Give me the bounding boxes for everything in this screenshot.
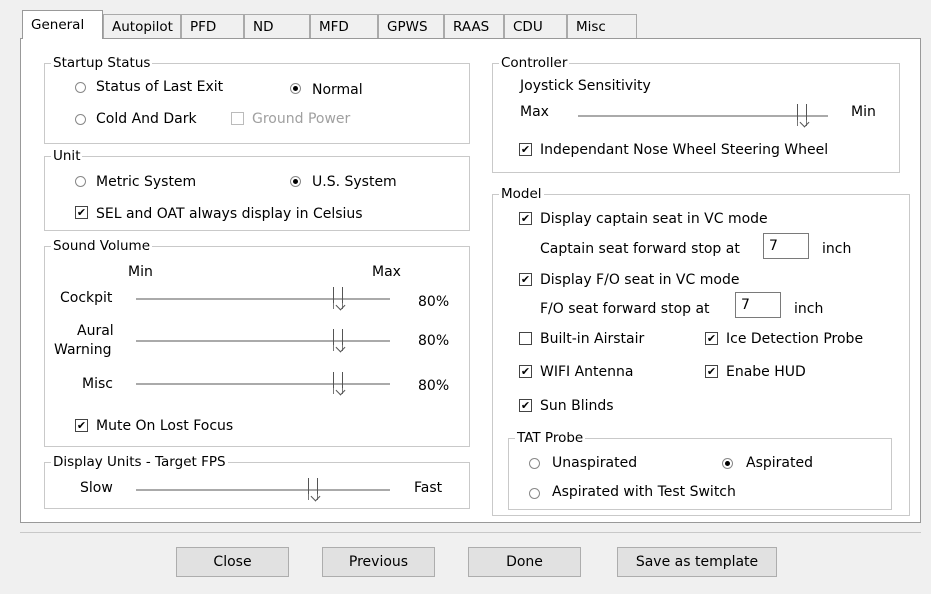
close-button[interactable]: Close <box>176 547 289 577</box>
aural-slider-track[interactable] <box>136 340 390 343</box>
unaspirated-label: Unaspirated <box>552 455 638 471</box>
aspirated-label: Aspirated <box>746 455 813 471</box>
test-switch-radio[interactable] <box>529 488 540 499</box>
misc-slider-thumb[interactable] <box>333 372 344 394</box>
tab-nd[interactable]: ND <box>244 14 310 38</box>
hud-label: Enabe HUD <box>726 364 806 380</box>
wifi-antenna-checkbox[interactable]: ✔ <box>519 365 532 378</box>
joystick-slider-thumb[interactable] <box>797 104 807 126</box>
previous-button[interactable]: Previous <box>322 547 435 577</box>
cold-dark-radio[interactable] <box>75 114 86 125</box>
metric-label: Metric System <box>96 174 197 190</box>
us-system-label: U.S. System <box>312 174 397 190</box>
tat-probe-legend: TAT Probe <box>515 429 586 447</box>
fps-slow-label: Slow <box>80 480 113 496</box>
fo-seat-checkbox[interactable]: ✔ <box>519 273 532 286</box>
wifi-antenna-label: WIFI Antenna <box>540 364 634 380</box>
fo-stop-label: F/O seat forward stop at <box>540 301 710 317</box>
tab-gpws[interactable]: GPWS <box>378 14 444 38</box>
joystick-slider-track[interactable] <box>578 115 828 118</box>
cockpit-slider-thumb[interactable] <box>333 287 344 309</box>
sun-blinds-label: Sun Blinds <box>540 398 614 414</box>
normal-label: Normal <box>312 82 363 98</box>
airstair-checkbox[interactable] <box>519 332 532 345</box>
volume-max-label: Max <box>372 264 401 280</box>
cockpit-volume-value: 80% <box>418 294 450 310</box>
nose-wheel-label: Independant Nose Wheel Steering Wheel <box>540 142 829 158</box>
sun-blinds-checkbox[interactable]: ✔ <box>519 399 532 412</box>
fps-slider-track[interactable] <box>136 489 390 492</box>
ice-probe-label: Ice Detection Probe <box>726 331 864 347</box>
captain-seat-checkbox[interactable]: ✔ <box>519 212 532 225</box>
captain-seat-label: Display captain seat in VC mode <box>540 211 768 227</box>
tab-mfd[interactable]: MFD <box>310 14 378 38</box>
fo-inch-label: inch <box>794 301 824 317</box>
last-exit-radio[interactable] <box>75 82 86 93</box>
fps-fast-label: Fast <box>414 480 443 496</box>
test-switch-label: Aspirated with Test Switch <box>552 484 736 500</box>
tab-pfd[interactable]: PFD <box>181 14 244 38</box>
misc-slider-track[interactable] <box>136 383 390 386</box>
metric-radio[interactable] <box>75 176 86 187</box>
aural-volume-value: 80% <box>418 333 450 349</box>
fo-seat-label: Display F/O seat in VC mode <box>540 272 740 288</box>
aural-slider-thumb[interactable] <box>333 329 344 351</box>
done-button[interactable]: Done <box>468 547 581 577</box>
aural-warning-label-1: Aural <box>77 323 114 339</box>
celsius-label: SEL and OAT always display in Celsius <box>96 206 363 222</box>
joystick-max-label: Max <box>520 104 549 120</box>
captain-inch-label: inch <box>822 241 852 257</box>
startup-status-legend: Startup Status <box>51 54 153 72</box>
captain-stop-label: Captain seat forward stop at <box>540 241 740 257</box>
misc-volume-value: 80% <box>418 378 450 394</box>
aural-warning-label-2: Warning <box>54 342 112 358</box>
normal-radio[interactable] <box>290 83 301 94</box>
ice-probe-checkbox[interactable]: ✔ <box>705 332 718 345</box>
tab-raas[interactable]: RAAS <box>444 14 504 38</box>
sound-volume-legend: Sound Volume <box>51 237 153 255</box>
us-system-radio[interactable] <box>290 176 301 187</box>
mute-focus-label: Mute On Lost Focus <box>96 418 234 434</box>
cockpit-label: Cockpit <box>60 290 113 306</box>
save-template-button[interactable]: Save as template <box>617 547 777 577</box>
joystick-sensitivity-label: Joystick Sensitivity <box>520 78 651 94</box>
tab-misc[interactable]: Misc <box>567 14 637 38</box>
celsius-checkbox[interactable]: ✔ <box>75 206 88 219</box>
airstair-label: Built-in Airstair <box>540 331 645 347</box>
unit-legend: Unit <box>51 147 83 165</box>
controller-legend: Controller <box>499 54 570 72</box>
mute-focus-checkbox[interactable]: ✔ <box>75 419 88 432</box>
fps-slider-thumb[interactable] <box>307 478 318 500</box>
tab-cdu[interactable]: CDU <box>504 14 567 38</box>
target-fps-legend: Display Units - Target FPS <box>51 453 228 471</box>
hud-checkbox[interactable]: ✔ <box>705 365 718 378</box>
fo-stop-input[interactable]: 7 <box>735 292 781 318</box>
bottom-separator <box>20 532 921 533</box>
model-legend: Model <box>499 185 544 203</box>
startup-status-group: Startup Status <box>44 54 470 144</box>
nose-wheel-checkbox[interactable]: ✔ <box>519 143 532 156</box>
misc-volume-label: Misc <box>82 376 113 392</box>
joystick-min-label: Min <box>851 104 876 120</box>
ground-power-checkbox[interactable] <box>231 112 244 125</box>
tab-general[interactable]: General <box>22 10 103 39</box>
tab-autopilot[interactable]: Autopilot <box>103 14 181 38</box>
captain-stop-input[interactable]: 7 <box>763 233 809 259</box>
last-exit-label: Status of Last Exit <box>96 79 224 95</box>
cockpit-slider-track[interactable] <box>136 298 390 301</box>
unaspirated-radio[interactable] <box>529 458 540 469</box>
cold-dark-label: Cold And Dark <box>96 111 197 127</box>
volume-min-label: Min <box>128 264 153 280</box>
aspirated-radio[interactable] <box>722 458 733 469</box>
ground-power-label: Ground Power <box>252 111 351 127</box>
